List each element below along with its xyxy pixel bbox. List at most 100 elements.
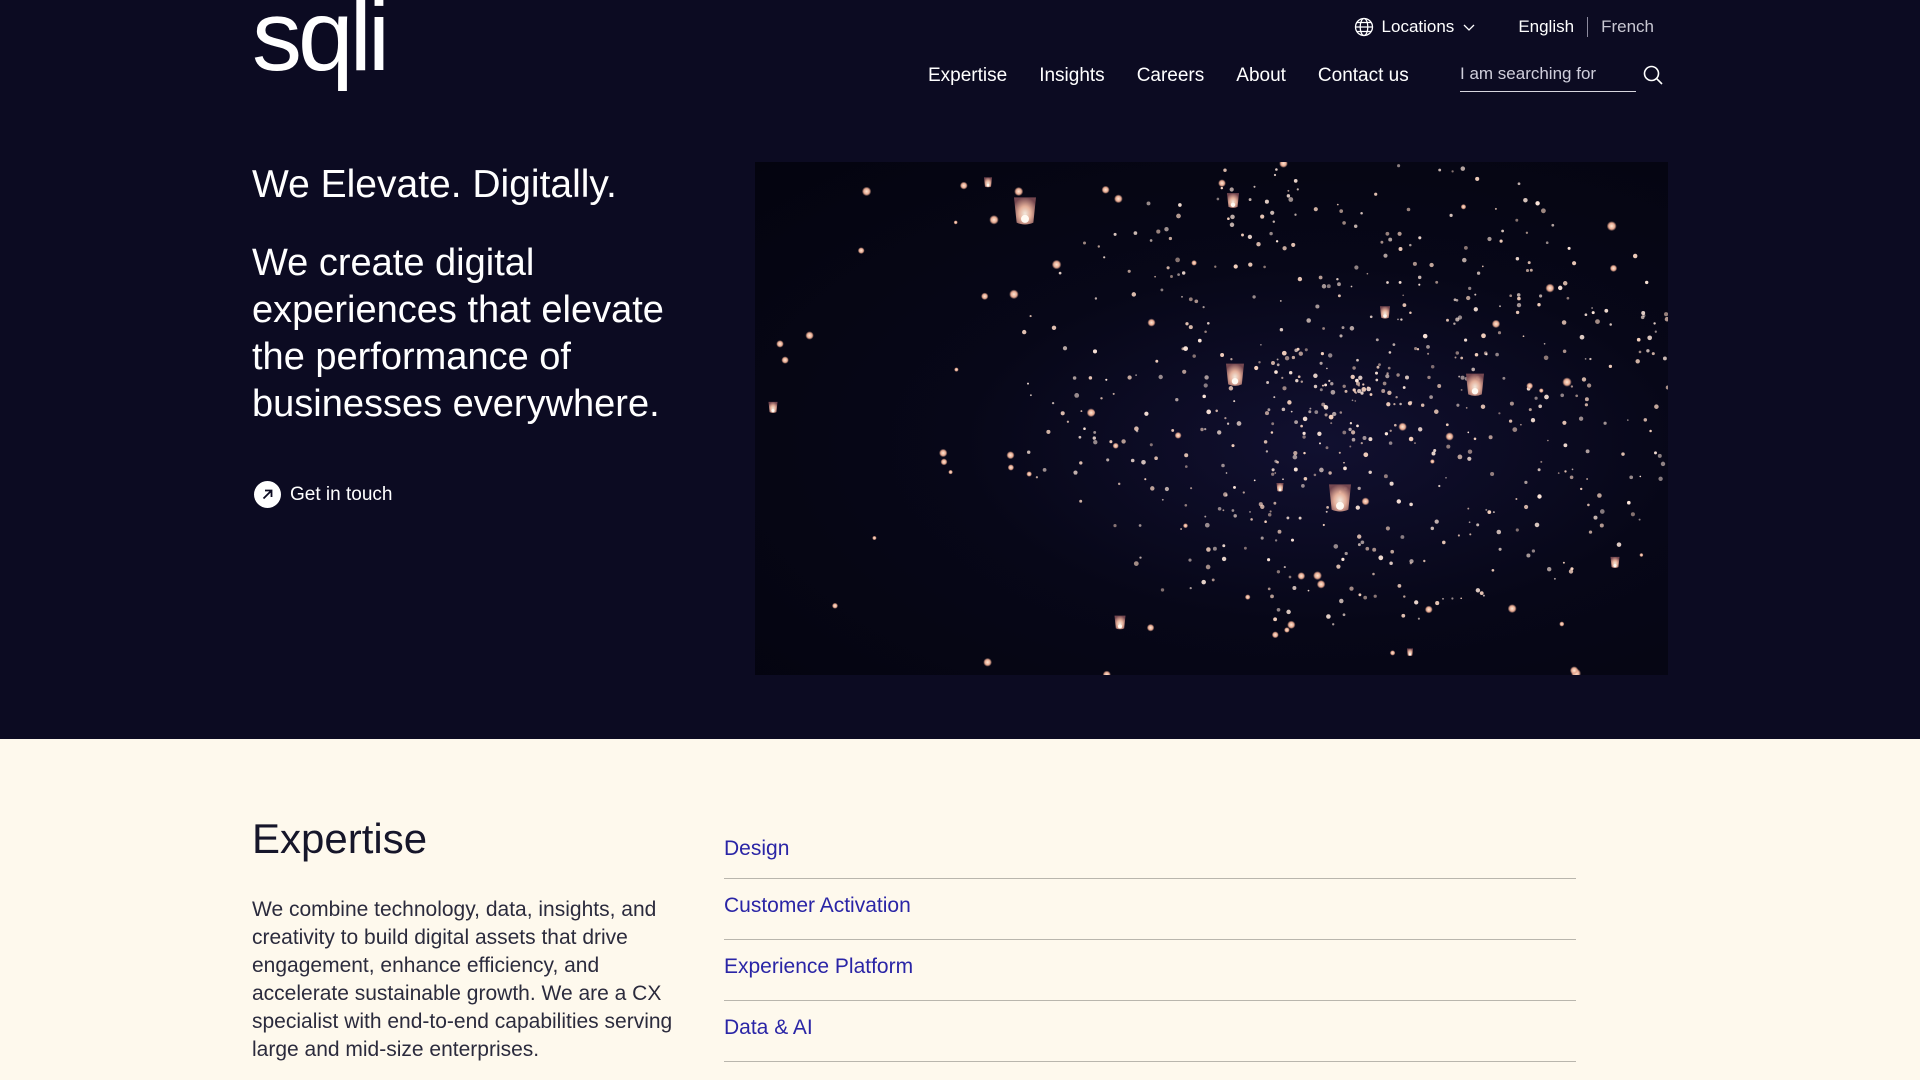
lantern-dot xyxy=(1653,322,1656,325)
lantern-dot xyxy=(1469,533,1472,536)
lantern-dot xyxy=(1389,650,1396,656)
lantern-dot xyxy=(1467,431,1470,434)
lantern xyxy=(1407,648,1413,656)
lantern-dot xyxy=(1524,504,1529,510)
lantern-dot xyxy=(1402,386,1406,389)
lantern-dot xyxy=(1348,427,1352,432)
lantern-dot xyxy=(1236,421,1242,426)
lantern-dot xyxy=(1643,418,1648,422)
lantern-dot xyxy=(1492,511,1495,514)
lantern-dot xyxy=(1350,285,1353,288)
lantern-dot xyxy=(1357,486,1361,491)
language-french[interactable]: French xyxy=(1601,17,1654,37)
lantern-dot xyxy=(1445,432,1454,441)
lantern-dot xyxy=(1127,375,1132,380)
lantern-dot xyxy=(1026,471,1033,477)
lantern-dot xyxy=(1540,460,1543,463)
lantern-dot xyxy=(1557,285,1563,291)
lantern-dot xyxy=(1445,423,1449,427)
lantern-dot xyxy=(1591,307,1593,309)
lantern-dot xyxy=(1316,580,1326,589)
lantern-dot xyxy=(1303,451,1306,455)
lantern-dot xyxy=(1233,264,1238,269)
lantern-dot xyxy=(1326,506,1329,509)
lantern-dot xyxy=(1276,570,1281,574)
lantern-dot xyxy=(1022,329,1027,335)
nav-expertise[interactable]: Expertise xyxy=(928,65,1007,87)
language-english[interactable]: English xyxy=(1518,17,1574,37)
lantern-dot xyxy=(1146,201,1151,206)
lantern-dot xyxy=(1215,409,1218,413)
lantern-dot xyxy=(1451,170,1454,173)
lantern-dot xyxy=(1516,293,1521,297)
lantern-dot xyxy=(1424,605,1433,614)
lantern-dot xyxy=(1336,564,1341,569)
lantern-dot xyxy=(1373,594,1377,598)
lantern-dot xyxy=(1646,349,1650,353)
lantern-dot xyxy=(1562,377,1572,387)
lantern-dot xyxy=(1460,356,1464,360)
lantern-dot xyxy=(1420,403,1425,407)
locations-dropdown[interactable]: Locations xyxy=(1354,17,1477,37)
search-input[interactable] xyxy=(1460,62,1636,92)
lantern-dot xyxy=(1417,617,1420,620)
lantern-dot xyxy=(1402,303,1407,307)
lantern-dot xyxy=(1401,613,1406,618)
lantern-dot xyxy=(1537,468,1541,472)
lantern-dot xyxy=(1330,389,1336,395)
lantern-dot xyxy=(1103,256,1106,259)
lantern-dot xyxy=(1474,293,1477,296)
sqli-logo[interactable]: sqli xyxy=(252,0,390,86)
lantern-dot xyxy=(1166,266,1170,270)
expertise-link-experience-platform[interactable]: Experience Platform xyxy=(724,955,913,979)
lantern-dot xyxy=(1229,222,1235,228)
lantern-dot xyxy=(1487,236,1492,242)
lantern-dot xyxy=(1141,459,1146,465)
lantern-dot xyxy=(1337,282,1341,287)
lantern-dot xyxy=(1515,528,1519,532)
get-in-touch-button[interactable]: Get in touch xyxy=(254,481,392,508)
lantern-dot xyxy=(1342,221,1346,225)
expertise-link-customer-activation[interactable]: Customer Activation xyxy=(724,894,911,918)
lantern-dot xyxy=(1475,176,1480,181)
lantern-dot xyxy=(1079,499,1083,503)
lantern-dot xyxy=(1233,400,1236,403)
lantern-dot xyxy=(1665,385,1668,390)
lantern-dot xyxy=(1508,419,1513,423)
lantern-dot xyxy=(1398,247,1403,251)
lantern-dot xyxy=(1286,194,1291,198)
lantern-dot xyxy=(1336,203,1339,206)
nav-about[interactable]: About xyxy=(1236,65,1286,87)
lantern-dot xyxy=(1176,213,1181,219)
lantern-dot xyxy=(1405,375,1409,380)
lantern-dot xyxy=(1267,408,1271,412)
lantern-dot xyxy=(1579,334,1585,340)
nav-contact-us[interactable]: Contact us xyxy=(1318,65,1409,87)
lantern-dot xyxy=(1027,382,1029,385)
lantern-dot xyxy=(1361,497,1370,506)
lantern-dot xyxy=(1279,299,1282,302)
lantern-dot xyxy=(1453,322,1456,325)
lantern-dot xyxy=(1180,528,1183,530)
lantern-dot xyxy=(1175,257,1180,263)
nav-careers[interactable]: Careers xyxy=(1137,65,1205,87)
lantern-dot xyxy=(1154,275,1156,278)
hero-lead: We create digital experiences that eleva… xyxy=(252,242,664,425)
expertise-link-design[interactable]: Design xyxy=(724,837,789,861)
expertise-link-data-ai[interactable]: Data & AI xyxy=(724,1016,813,1040)
lantern-dot xyxy=(1435,280,1439,284)
nav-insights[interactable]: Insights xyxy=(1039,65,1104,87)
lantern-dot xyxy=(1274,459,1278,463)
search-icon[interactable] xyxy=(1642,64,1664,91)
lantern-dot xyxy=(1139,556,1142,559)
lantern xyxy=(1329,484,1351,512)
lantern-dot xyxy=(1434,519,1439,524)
lantern-dot xyxy=(1632,253,1638,259)
lantern-dot xyxy=(1079,461,1083,465)
lantern-dot xyxy=(1007,464,1015,471)
lantern-dot xyxy=(1490,471,1495,477)
lantern-dot xyxy=(1395,396,1398,399)
lantern-dot xyxy=(1396,373,1400,377)
lantern-dot xyxy=(1204,375,1209,380)
lantern-dot xyxy=(1473,307,1478,312)
